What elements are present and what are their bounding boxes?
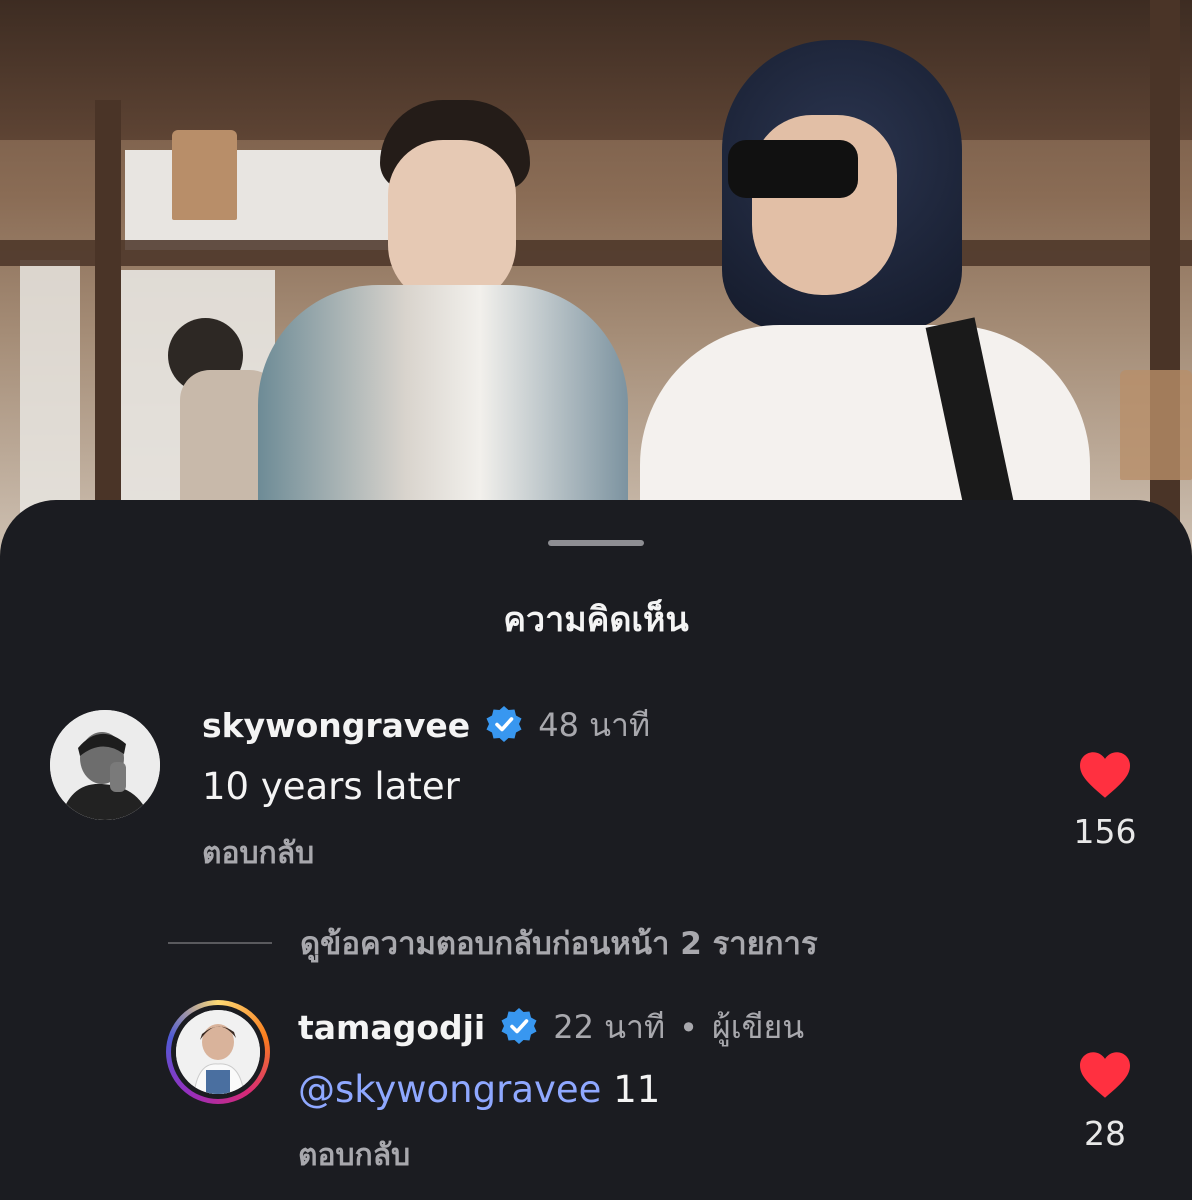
like-count: 156 [1073, 812, 1137, 851]
drag-handle[interactable] [548, 540, 644, 546]
avatar[interactable] [50, 710, 160, 820]
like-button[interactable] [1075, 750, 1135, 804]
view-replies-label: ดูข้อความตอบกลับก่อนหน้า 2 รายการ [300, 926, 818, 962]
username[interactable]: tamagodji [298, 1008, 485, 1047]
heart-icon [1080, 1052, 1130, 1098]
photo-sunglasses [728, 140, 858, 198]
photo-beam [0, 240, 1192, 266]
like-button[interactable] [1075, 1050, 1135, 1104]
photo-lamp [1120, 370, 1192, 480]
comment-time: 22 นาที [553, 1008, 666, 1046]
reply-header: tamagodji 22 นาที • ผู้เขียน [298, 1002, 804, 1053]
comment-text: @skywongravee 11 [298, 1068, 660, 1111]
reply-text: 11 [613, 1068, 661, 1111]
photo-man-face [388, 140, 516, 305]
comments-sheet: ความคิดเห็น skywongravee 48 นาที 10 year… [0, 500, 1192, 1200]
avatar [176, 1010, 260, 1094]
photo-window [20, 260, 80, 540]
author-tag: ผู้เขียน [711, 1008, 805, 1046]
view-previous-replies[interactable]: ดูข้อความตอบกลับก่อนหน้า 2 รายการ [168, 918, 818, 968]
photo-beam [95, 100, 121, 560]
username[interactable]: skywongravee [202, 706, 470, 745]
post-photo [0, 0, 1192, 560]
heart-icon [1080, 752, 1130, 798]
comment-header: skywongravee 48 นาที [202, 700, 650, 751]
photo-lamp [172, 130, 237, 220]
verified-badge-icon [499, 1006, 539, 1050]
reply-button[interactable]: ตอบกลับ [298, 1132, 410, 1179]
reply-button[interactable]: ตอบกลับ [202, 830, 314, 877]
like-count: 28 [1084, 1114, 1126, 1153]
avatar-image [50, 710, 160, 820]
avatar-story-ring[interactable] [166, 1000, 270, 1104]
verified-badge-icon [484, 704, 524, 748]
avatar-image [176, 1010, 260, 1094]
comment-text: 10 years later [202, 765, 460, 808]
sheet-title: ความคิดเห็น [503, 600, 689, 640]
comment-time: 48 นาที [538, 706, 651, 744]
photo-roof [0, 0, 1192, 140]
meta-separator: • [679, 1008, 698, 1047]
divider-line [168, 942, 272, 944]
mention-link[interactable]: @skywongravee [298, 1068, 601, 1111]
